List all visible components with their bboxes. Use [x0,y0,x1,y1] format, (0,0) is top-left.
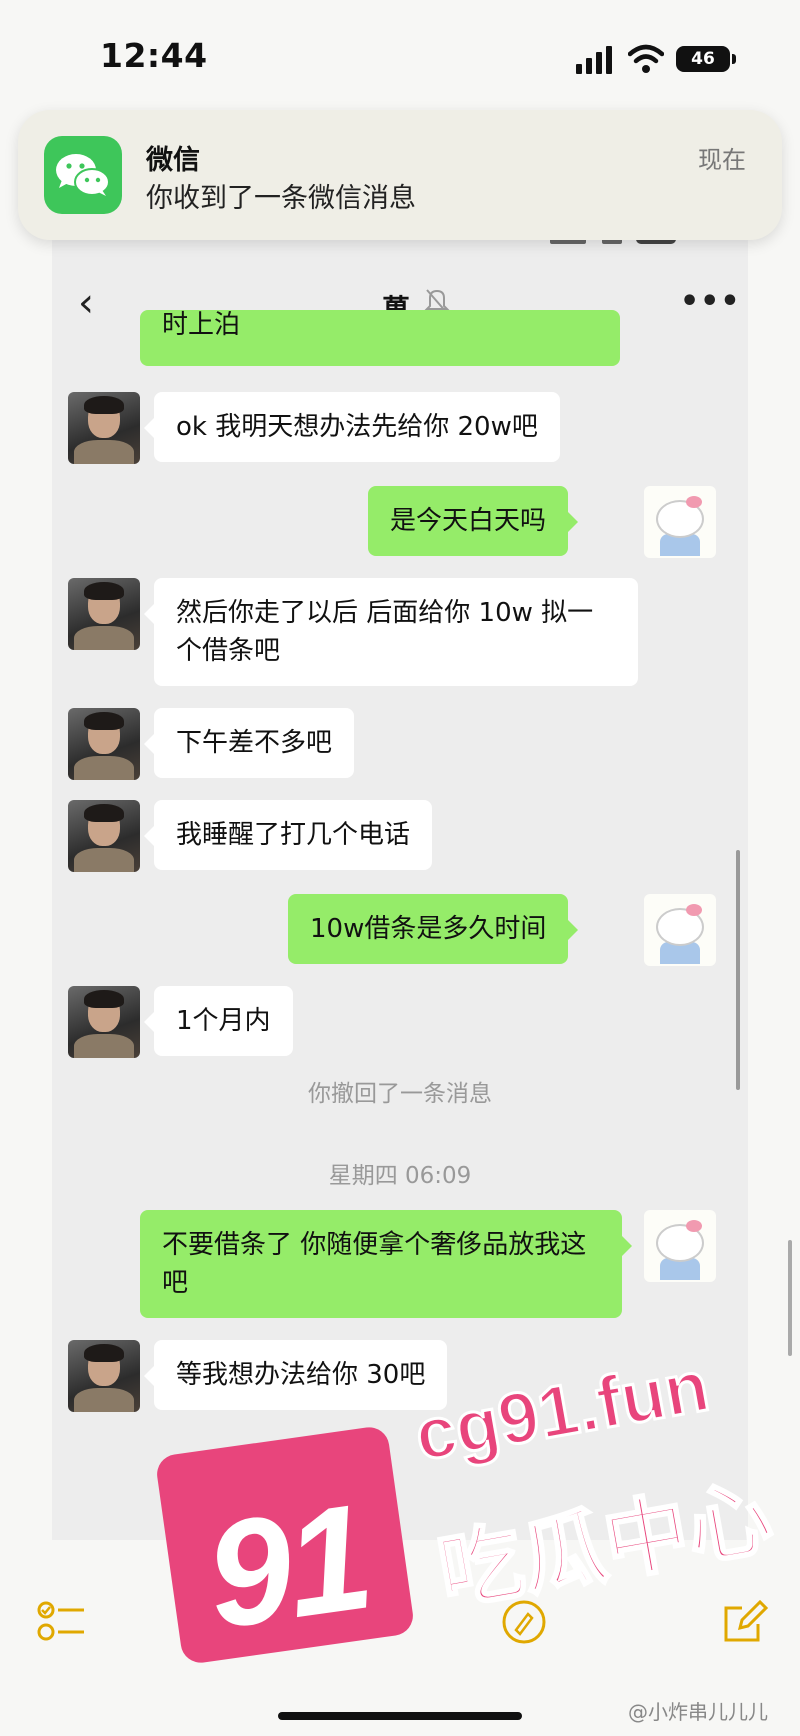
contact-avatar[interactable] [68,986,140,1058]
wechat-app-icon [44,136,122,214]
notification-message: 你收到了一条微信消息 [146,183,416,214]
compose-icon[interactable] [718,1596,770,1648]
battery-indicator: 46 [676,46,730,72]
message-bubble-received[interactable]: 我睡醒了打几个电话 [143,800,433,870]
contact-avatar[interactable] [68,392,140,464]
message-bubble-sent[interactable]: 不要借条了 你随便拿个奢侈品放我这吧 [140,1210,632,1318]
battery-nub [732,54,736,64]
watermark-number: 91 [197,1471,378,1661]
notification-app-name: 微信 [146,145,200,176]
message-bubble-received[interactable]: 下午差不多吧 [143,708,355,778]
contact-avatar[interactable] [68,1340,140,1412]
user-avatar[interactable] [644,486,716,558]
message-bubble-received[interactable]: 等我想办法给你 30吧 [143,1340,448,1410]
user-avatar[interactable] [644,1210,716,1282]
recalled-notice: 你撤回了一条消息 [308,1081,492,1107]
page-scrollbar[interactable] [788,1240,792,1356]
checklist-icon[interactable] [36,1596,88,1648]
scrollbar[interactable] [736,850,740,1090]
contact-avatar[interactable] [68,578,140,650]
message-bubble-received[interactable]: 1个月内 [144,986,293,1056]
notification-banner[interactable]: 微信 你收到了一条微信消息 现在 [18,110,782,240]
message-bubble-sent[interactable]: 10w借条是多久时间 [288,894,579,964]
message-bubble-sent[interactable]: 是今天白天吗 [368,486,579,556]
user-avatar[interactable] [644,894,716,966]
home-indicator[interactable] [278,1712,522,1720]
timestamp-divider: 星期四 06:09 [328,1163,472,1189]
back-icon[interactable]: ‹ [78,280,94,326]
message-bubble-sent[interactable]: 时上泊 [140,310,620,366]
message-bubble-received[interactable]: 然后你走了以后 后面给你 10w 拟一个借条吧 [144,578,638,686]
more-options-icon[interactable]: ••• [680,284,741,319]
contact-avatar[interactable] [68,800,140,872]
wifi-icon [628,44,664,73]
cellular-signal-icon [576,44,616,74]
notification-time: 现在 [698,146,746,174]
status-time: 12:44 [100,36,208,75]
source-credit: @小炸串儿儿儿 [628,1700,768,1724]
message-bubble-received[interactable]: ok 我明天想办法先给你 20w吧 [144,392,560,462]
chat-screenshot: 12:26 ‹ 萬. ••• 时上泊 ok 我明天想办法先给你 20w吧 是今天… [52,210,748,1540]
contact-avatar[interactable] [68,708,140,780]
